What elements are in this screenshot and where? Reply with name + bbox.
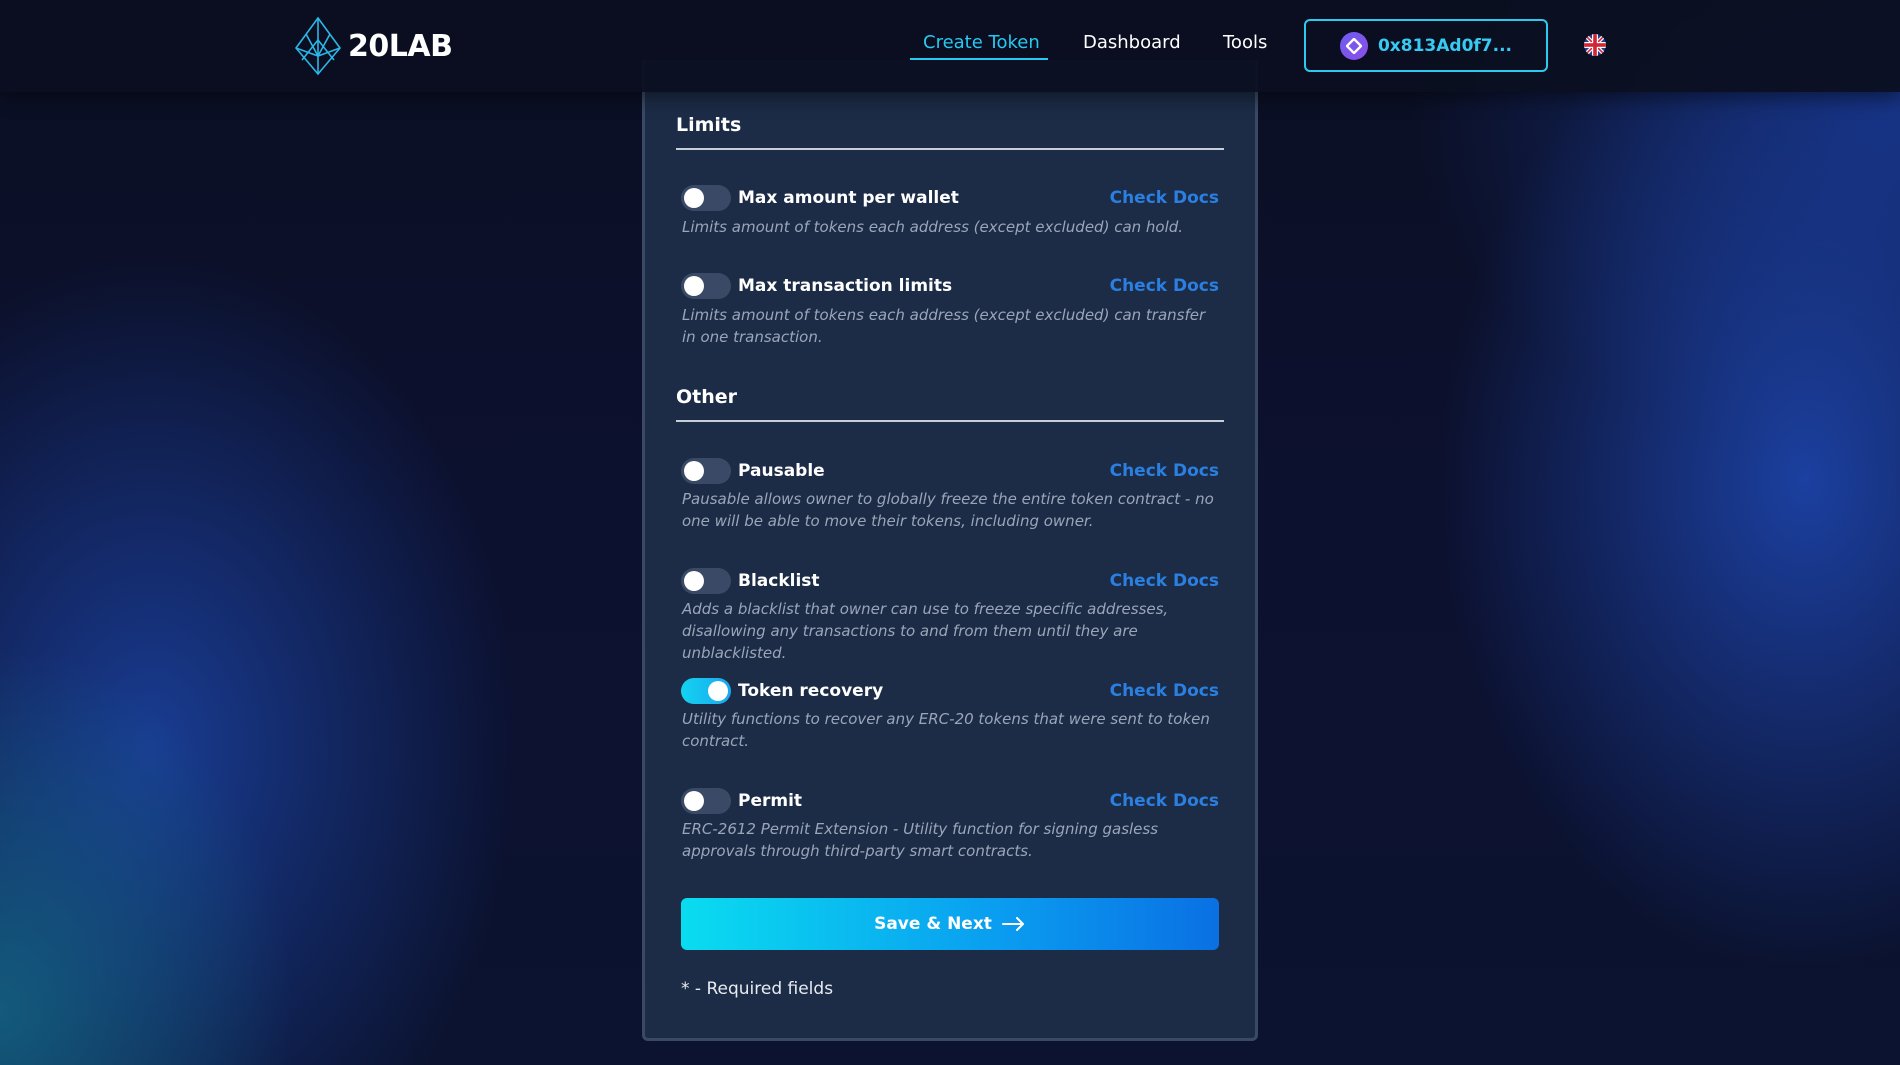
uk-flag-icon[interactable] xyxy=(1584,34,1606,56)
check-docs-link[interactable]: Check Docs xyxy=(1110,791,1219,811)
toggle-token-recovery[interactable] xyxy=(681,678,731,704)
nav-tools[interactable]: Tools xyxy=(1223,32,1267,53)
check-docs-link[interactable]: Check Docs xyxy=(1110,571,1219,591)
logo-text: 20LAB xyxy=(348,28,453,64)
wallet-button[interactable]: 0x813Ad0f7... xyxy=(1304,19,1548,72)
ethereum-diamond-icon xyxy=(294,16,342,76)
section-divider xyxy=(676,148,1224,150)
nav-active-underline xyxy=(910,58,1048,60)
section-title-limits: Limits xyxy=(676,114,742,136)
option-label: Permit xyxy=(738,791,803,811)
toggle-max-transaction-limits[interactable] xyxy=(681,273,731,299)
save-next-button[interactable]: Save & Next xyxy=(681,898,1219,950)
arrow-right-icon xyxy=(1001,917,1024,931)
section-title-other: Other xyxy=(676,386,738,408)
option-description: Limits amount of tokens each address (ex… xyxy=(682,306,1206,346)
top-navbar: 20LAB Create Token Dashboard Tools 0x813… xyxy=(0,0,1900,92)
nav-dashboard[interactable]: Dashboard xyxy=(1083,32,1181,53)
nav-create-token[interactable]: Create Token xyxy=(923,32,1040,53)
option-description: ERC-2612 Permit Extension - Utility func… xyxy=(682,820,1159,860)
toggle-knob xyxy=(684,188,704,208)
toggle-max-amount-per-wallet[interactable] xyxy=(681,185,731,211)
check-docs-link[interactable]: Check Docs xyxy=(1110,188,1219,208)
wallet-address: 0x813Ad0f7... xyxy=(1377,35,1513,56)
wallet-network-icon xyxy=(1339,31,1368,60)
save-next-label: Save & Next xyxy=(874,914,992,934)
required-fields-note: * - Required fields xyxy=(681,979,834,999)
option-label: Blacklist xyxy=(738,571,820,591)
option-description: Adds a blacklist that owner can use to f… xyxy=(682,600,1169,662)
toggle-knob xyxy=(684,791,704,811)
toggle-knob xyxy=(684,276,704,296)
option-label: Max amount per wallet xyxy=(738,188,959,208)
option-label: Pausable xyxy=(738,461,825,481)
logo[interactable]: 20LAB xyxy=(292,16,453,76)
toggle-pausable[interactable] xyxy=(681,458,731,484)
section-divider xyxy=(676,420,1224,422)
toggle-permit[interactable] xyxy=(681,788,731,814)
toggle-knob xyxy=(684,461,704,481)
toggle-blacklist[interactable] xyxy=(681,568,731,594)
option-description: Limits amount of tokens each address (ex… xyxy=(682,218,1184,236)
check-docs-link[interactable]: Check Docs xyxy=(1110,461,1219,481)
option-description: Utility functions to recover any ERC-20 … xyxy=(682,710,1210,750)
toggle-knob xyxy=(684,571,704,591)
option-label: Max transaction limits xyxy=(738,276,953,296)
check-docs-link[interactable]: Check Docs xyxy=(1110,681,1219,701)
option-description: Pausable allows owner to globally freeze… xyxy=(682,490,1214,530)
option-label: Token recovery xyxy=(738,681,884,701)
toggle-knob xyxy=(708,681,728,701)
check-docs-link[interactable]: Check Docs xyxy=(1110,276,1219,296)
